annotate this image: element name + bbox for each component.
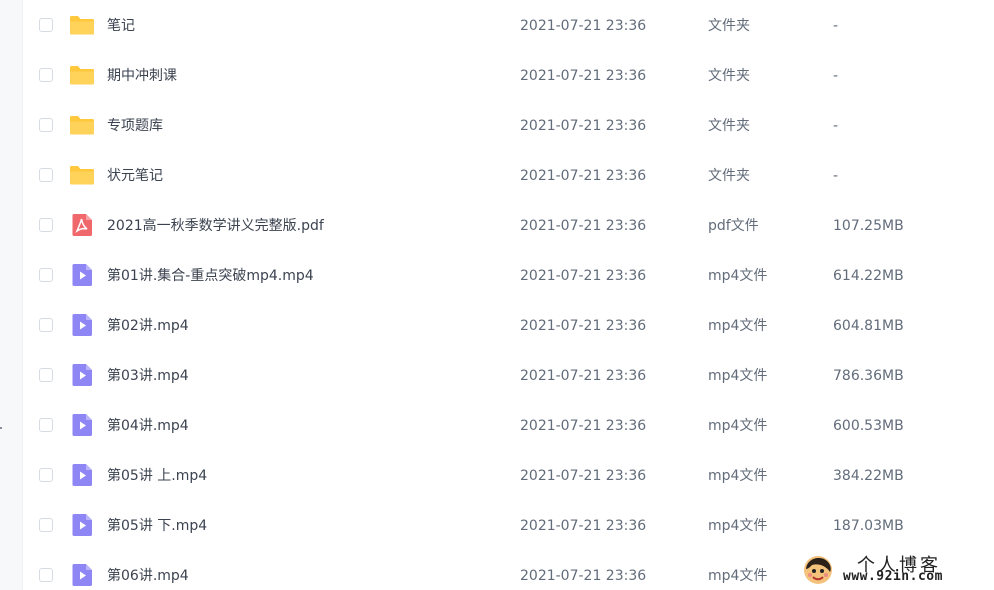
file-name[interactable]: 第03讲.mp4: [107, 351, 189, 401]
file-row[interactable]: 第02讲.mp4 2021-07-21 23:36 mp4文件 604.81MB: [23, 301, 994, 351]
modified-time: 2021-07-21 23:36: [520, 418, 647, 434]
row-checkbox[interactable]: [39, 18, 53, 32]
file-type: pdf文件: [708, 218, 759, 234]
file-row[interactable]: 期中冲刺课 2021-07-21 23:36 文件夹 -: [23, 51, 994, 101]
file-row[interactable]: 第03讲.mp4 2021-07-21 23:36 mp4文件 786.36MB: [23, 351, 994, 401]
modified-time: 2021-07-21 23:36: [520, 68, 647, 84]
file-size: 786.36MB: [833, 368, 904, 384]
pdf-icon: [72, 214, 92, 236]
watermark-url: www.92in.com: [843, 569, 943, 584]
video-icon: [72, 414, 92, 436]
file-size: 384.22MB: [833, 468, 904, 484]
file-row[interactable]: 笔记 2021-07-21 23:36 文件夹 -: [23, 1, 994, 51]
file-name[interactable]: 第04讲.mp4: [107, 401, 189, 451]
row-checkbox[interactable]: [39, 218, 53, 232]
row-checkbox[interactable]: [39, 118, 53, 132]
file-type: mp4文件: [708, 418, 768, 434]
modified-time: 2021-07-21 23:36: [520, 118, 647, 134]
file-type: mp4文件: [708, 318, 768, 334]
file-type: mp4文件: [708, 368, 768, 384]
modified-time: 2021-07-21 23:36: [520, 368, 647, 384]
video-icon: [72, 464, 92, 486]
file-name[interactable]: 第06讲.mp4: [107, 551, 189, 590]
modified-time: 2021-07-21 23:36: [520, 268, 647, 284]
row-checkbox[interactable]: [39, 268, 53, 282]
file-row[interactable]: 第05讲 上.mp4 2021-07-21 23:36 mp4文件 384.22MB: [23, 451, 994, 501]
modified-time: 2021-07-21 23:36: [520, 468, 647, 484]
modified-time: 2021-07-21 23:36: [520, 18, 647, 34]
file-row[interactable]: 第01讲.集合-重点突破mp4.mp4 2021-07-21 23:36 mp4文件…: [23, 251, 994, 301]
file-name[interactable]: 2021高一秋季数学讲义完整版.pdf: [107, 201, 324, 251]
modified-time: 2021-07-21 23:36: [520, 218, 647, 234]
file-size: 107.25MB: [833, 218, 904, 234]
modified-time: 2021-07-21 23:36: [520, 518, 647, 534]
file-name[interactable]: 第02讲.mp4: [107, 301, 189, 351]
modified-time: 2021-07-21 23:36: [520, 318, 647, 334]
folder-icon: [70, 166, 94, 185]
modified-time: 2021-07-21 23:36: [520, 568, 647, 584]
file-row[interactable]: 第04讲.mp4 2021-07-21 23:36 mp4文件 600.53MB: [23, 401, 994, 451]
file-name[interactable]: 第05讲 上.mp4: [107, 451, 207, 501]
row-checkbox[interactable]: [39, 468, 53, 482]
file-type: 文件夹: [708, 168, 750, 184]
watermark-logo-icon: [804, 556, 832, 584]
folder-icon: [70, 16, 94, 35]
file-name[interactable]: 状元笔记: [107, 151, 163, 201]
file-size: -: [833, 18, 839, 34]
file-size: 614.22MB: [833, 268, 904, 284]
video-icon: [72, 564, 92, 586]
file-name[interactable]: 专项题库: [107, 101, 163, 151]
row-checkbox[interactable]: [39, 368, 53, 382]
file-row[interactable]: 专项题库 2021-07-21 23:36 文件夹 -: [23, 101, 994, 151]
file-name[interactable]: 第05讲 下.mp4: [107, 501, 207, 551]
row-checkbox[interactable]: [39, 568, 53, 582]
folder-icon: [70, 66, 94, 85]
file-name[interactable]: 笔记: [107, 1, 135, 51]
file-size: -: [833, 68, 839, 84]
file-manager-page: 笔记 2021-07-21 23:36 文件夹 - 期中冲刺课 2021-07-21 23…: [0, 0, 994, 590]
watermark: 个人博客 www.92in.com: [795, 549, 994, 590]
file-name[interactable]: 第01讲.集合-重点突破mp4.mp4: [107, 251, 314, 301]
file-size: -: [833, 168, 839, 184]
modified-time: 2021-07-21 23:36: [520, 168, 647, 184]
file-type: 文件夹: [708, 68, 750, 84]
left-sidebar-edge: [0, 0, 23, 590]
video-icon: [72, 364, 92, 386]
file-size: 600.53MB: [833, 418, 904, 434]
file-type: mp4文件: [708, 568, 768, 584]
file-size: 604.81MB: [833, 318, 904, 334]
file-row[interactable]: 状元笔记 2021-07-21 23:36 文件夹 -: [23, 151, 994, 201]
file-row[interactable]: 第05讲 下.mp4 2021-07-21 23:36 mp4文件 187.03MB: [23, 501, 994, 551]
video-icon: [72, 314, 92, 336]
row-checkbox[interactable]: [39, 68, 53, 82]
file-list: 笔记 2021-07-21 23:36 文件夹 - 期中冲刺课 2021-07-21 23…: [23, 1, 994, 590]
file-type: mp4文件: [708, 468, 768, 484]
row-checkbox[interactable]: [39, 518, 53, 532]
file-type: 文件夹: [708, 118, 750, 134]
video-icon: [72, 514, 92, 536]
file-row[interactable]: 2021高一秋季数学讲义完整版.pdf 2021-07-21 23:36 pdf文件…: [23, 201, 994, 251]
file-type: mp4文件: [708, 268, 768, 284]
row-checkbox[interactable]: [39, 168, 53, 182]
row-checkbox[interactable]: [39, 418, 53, 432]
file-name[interactable]: 期中冲刺课: [107, 51, 177, 101]
file-type: mp4文件: [708, 518, 768, 534]
sidebar-marker: [0, 427, 2, 429]
file-size: 187.03MB: [833, 518, 904, 534]
file-type: 文件夹: [708, 18, 750, 34]
folder-icon: [70, 116, 94, 135]
row-checkbox[interactable]: [39, 318, 53, 332]
file-size: -: [833, 118, 839, 134]
video-icon: [72, 264, 92, 286]
